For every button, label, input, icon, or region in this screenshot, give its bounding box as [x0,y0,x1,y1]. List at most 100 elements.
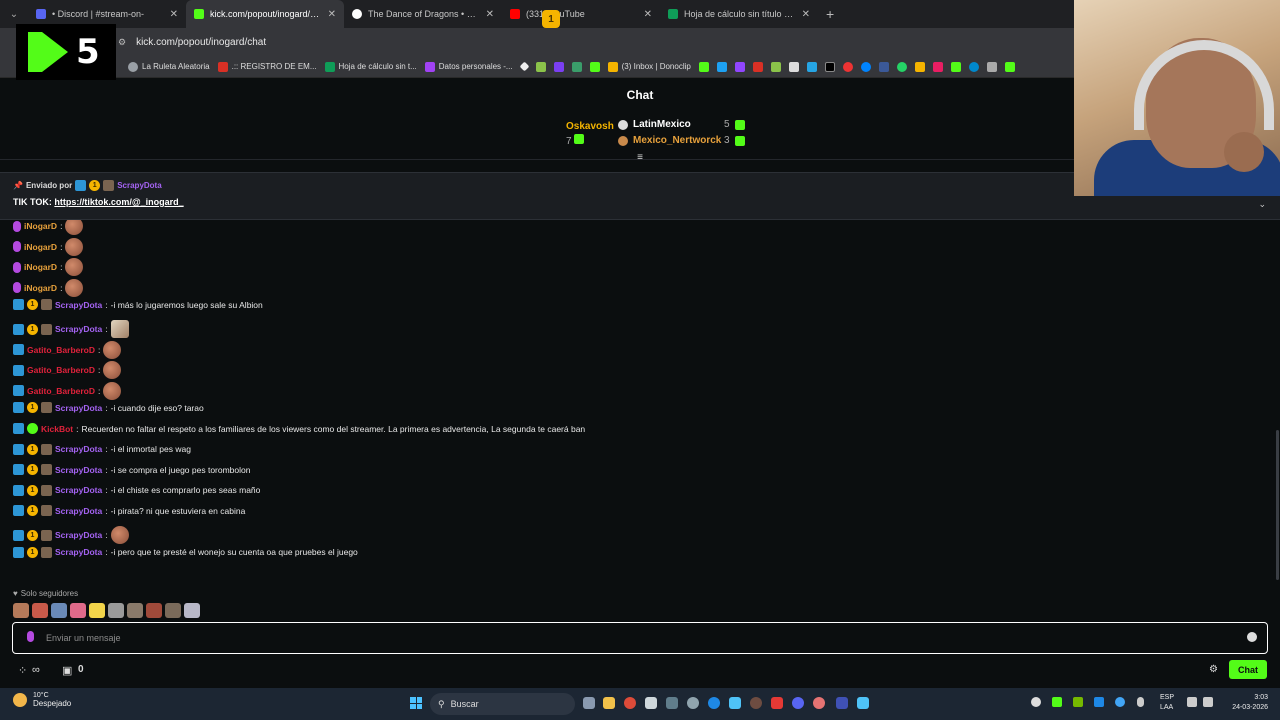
emote-icon[interactable] [103,361,122,380]
close-icon[interactable]: ✕ [170,9,178,20]
chat-username[interactable]: Gatito_BarberoD [27,345,95,355]
chat-username[interactable]: ScrapyDota [55,444,102,454]
bookmark-icon[interactable] [571,61,582,72]
tab-youtube[interactable]: (331) YouTube ✕ [502,0,660,28]
language-indicator[interactable]: ESP LAA [1160,693,1174,713]
emote-icon[interactable] [51,603,67,618]
bookmark-icon[interactable] [535,61,546,72]
infinity-icon[interactable]: ∞ [32,664,44,676]
new-tab-button[interactable]: + [818,6,842,22]
system-clock[interactable]: 3:03 24-03-2026 [1224,693,1268,713]
chat-username[interactable]: ScrapyDota [55,300,102,310]
taskbar-app-icon[interactable] [836,697,848,709]
twitch-icon[interactable] [734,61,745,72]
discord-icon[interactable] [792,697,804,709]
chat-username[interactable]: ScrapyDota [55,403,102,413]
send-chat-button[interactable]: Chat [1229,660,1267,679]
bookmark-icon[interactable] [1004,61,1015,72]
site-info-icon[interactable]: ⚙ [118,37,126,48]
emote-icon[interactable] [13,603,29,618]
emote-icon[interactable] [110,526,129,544]
diamond-icon[interactable] [519,61,530,72]
close-icon[interactable]: ✕ [328,9,336,20]
tray-icon[interactable] [1052,697,1062,707]
bookmark-icon[interactable] [806,61,817,72]
chevron-down-icon[interactable]: ⌄ [1258,199,1266,210]
taskbar-search[interactable]: ⚲ Buscar [430,693,575,715]
emote-icon[interactable] [103,340,122,359]
nvidia-icon[interactable] [1073,697,1083,707]
leaderboard-first-name[interactable]: Oskavosh [566,121,614,132]
bookmark-icon[interactable] [770,61,781,72]
bookmark-icon[interactable] [932,61,943,72]
close-icon[interactable]: ✕ [802,9,810,20]
chat-username[interactable]: Gatito_BarberoD [27,365,95,375]
chat-username[interactable]: ScrapyDota [55,324,102,334]
tab-hbo[interactable]: The Dance of Dragons • HBO M ✕ [344,0,502,28]
bookmark-icon[interactable] [824,61,835,72]
weather-widget[interactable]: 10°C Despejado [13,692,71,708]
chat-username[interactable]: ScrapyDota [55,485,102,495]
emote-icon[interactable] [146,603,162,618]
leaderboard-third-name[interactable]: Mexico_Nertworck [633,135,721,146]
messenger-icon[interactable] [860,61,871,72]
microphone-icon[interactable] [1137,697,1144,707]
tray-icon[interactable] [1115,697,1125,707]
bookmark-datos[interactable]: Datos personales -... [424,61,513,72]
emote-icon[interactable] [184,603,200,618]
emote-icon[interactable] [65,237,84,256]
chat-username[interactable]: ScrapyDota [55,506,102,516]
close-icon[interactable]: ✕ [486,9,494,20]
chat-input-box[interactable] [12,622,1268,654]
tab-kick-chat[interactable]: kick.com/popout/inogard/chat ✕ [186,0,344,28]
chat-username[interactable]: iNogarD [24,262,57,272]
leaderboard-second-name[interactable]: LatinMexico [633,119,719,130]
bookmark-icon[interactable] [698,61,709,72]
chat-username[interactable]: KickBot [41,424,73,434]
emote-icon[interactable] [110,320,129,338]
chat-scrollbar[interactable] [1276,430,1279,580]
bookmark-icon[interactable] [553,61,564,72]
close-icon[interactable]: ✕ [644,9,652,20]
emote-icon[interactable] [65,278,84,297]
taskbar-app-icon[interactable] [645,697,657,709]
task-view-icon[interactable] [583,697,595,709]
collapse-leaderboard-icon[interactable]: ≡ [634,153,646,163]
gift-box-icon[interactable]: ▣ [62,664,74,677]
bookmark-icon[interactable] [842,61,853,72]
url-text[interactable]: kick.com/popout/inogard/chat [136,37,266,48]
tiktok-link[interactable]: https://tiktok.com/@_inogard_ [54,197,183,207]
taskbar-app-icon[interactable] [750,697,762,709]
whatsapp-icon[interactable] [896,61,907,72]
bookmark-icon[interactable] [716,61,727,72]
emote-icon[interactable] [70,603,86,618]
network-icon[interactable] [1187,697,1197,707]
kick-icon[interactable] [589,61,600,72]
tab-sheets[interactable]: Hoja de cálculo sin título - Hoja ✕ [660,0,818,28]
microphone-icon[interactable] [27,631,34,642]
bookmark-donoclip[interactable]: (3) Inbox | Donoclip [607,61,691,72]
tray-icon[interactable] [1094,697,1104,707]
steam-icon[interactable] [857,697,869,709]
emote-icon[interactable] [65,220,84,235]
telegram-icon[interactable] [968,61,979,72]
bookmark-icon[interactable] [950,61,961,72]
tray-icon[interactable] [1031,697,1041,707]
chat-username[interactable]: ScrapyDota [55,547,102,557]
users-icon[interactable]: ⁘ [18,664,30,677]
chat-username[interactable]: iNogarD [24,221,57,231]
bookmark-icon[interactable] [752,61,763,72]
chat-username[interactable]: ScrapyDota [55,465,102,475]
chat-username[interactable]: iNogarD [24,242,57,252]
bookmark-icon[interactable] [788,61,799,72]
emote-icon[interactable] [165,603,181,618]
emote-icon[interactable] [32,603,48,618]
emote-icon[interactable] [108,603,124,618]
emote-icon[interactable] [89,603,105,618]
volume-icon[interactable] [1203,697,1213,707]
taskbar-app-icon[interactable] [813,697,825,709]
chat-username[interactable]: iNogarD [24,283,57,293]
emoji-picker-icon[interactable] [1247,632,1257,642]
bookmark-hoja[interactable]: Hoja de cálculo sin t... [324,61,417,72]
chat-username[interactable]: Gatito_BarberoD [27,386,95,396]
